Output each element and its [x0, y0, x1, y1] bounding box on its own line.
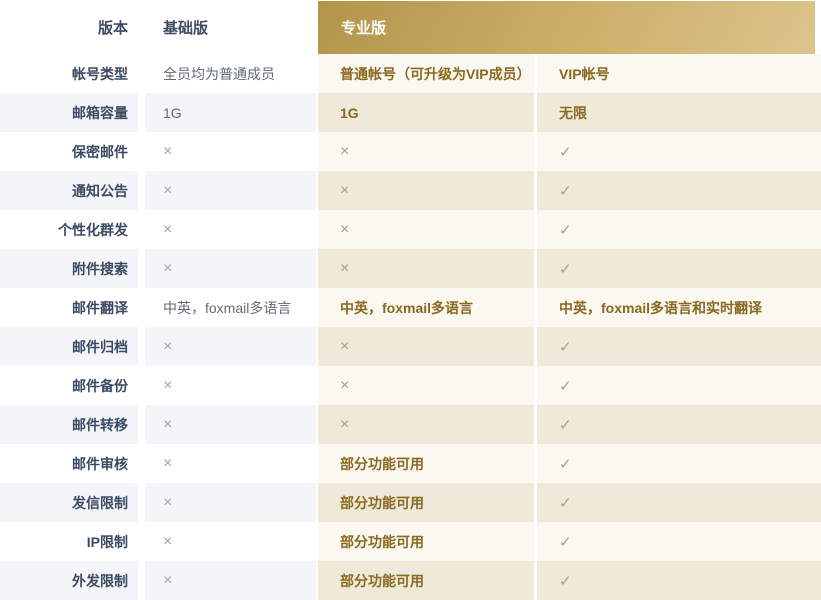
- check-icon: ✓: [537, 405, 821, 444]
- check-icon: ✓: [537, 132, 821, 171]
- feature-label: IP限制: [0, 522, 138, 561]
- table-row: 帐号类型 全员均为普通成员 普通帐号（可升级为VIP成员） VIP帐号: [0, 54, 821, 93]
- cross-icon: ×: [145, 171, 316, 210]
- feature-label: 邮件审核: [0, 444, 138, 483]
- cross-icon: ×: [318, 132, 534, 171]
- table-row: 邮件转移 × × ✓: [0, 405, 821, 444]
- feature-label: 邮件归档: [0, 327, 138, 366]
- column-header-version: 版本: [0, 0, 138, 54]
- cross-icon: ×: [145, 249, 316, 288]
- pro-normal-value: 部分功能可用: [318, 483, 534, 522]
- table-row: 外发限制 × 部分功能可用 ✓: [0, 561, 821, 600]
- check-icon: ✓: [537, 561, 821, 600]
- feature-label: 帐号类型: [0, 54, 138, 93]
- basic-value: 1G: [145, 93, 316, 132]
- cross-icon: ×: [318, 249, 534, 288]
- check-icon: ✓: [537, 210, 821, 249]
- feature-label: 外发限制: [0, 561, 138, 600]
- pro-normal-value: 部分功能可用: [318, 444, 534, 483]
- check-icon: ✓: [537, 249, 821, 288]
- table-row: 通知公告 × × ✓: [0, 171, 821, 210]
- feature-label: 保密邮件: [0, 132, 138, 171]
- feature-label: 邮件备份: [0, 366, 138, 405]
- cross-icon: ×: [145, 366, 316, 405]
- check-icon: ✓: [537, 327, 821, 366]
- pro-normal-value: 普通帐号（可升级为VIP成员）: [318, 54, 534, 93]
- cross-icon: ×: [145, 132, 316, 171]
- column-header-pro-edition: 专业版: [318, 1, 815, 54]
- pro-normal-value: 部分功能可用: [318, 522, 534, 561]
- cross-icon: ×: [318, 405, 534, 444]
- table-row: 个性化群发 × × ✓: [0, 210, 821, 249]
- check-icon: ✓: [537, 483, 821, 522]
- table-row: 发信限制 × 部分功能可用 ✓: [0, 483, 821, 522]
- table-row: 邮件备份 × × ✓: [0, 366, 821, 405]
- pro-vip-value: 无限: [537, 93, 821, 132]
- feature-label: 附件搜索: [0, 249, 138, 288]
- cross-icon: ×: [318, 327, 534, 366]
- table-row: 邮箱容量 1G 1G 无限: [0, 93, 821, 132]
- cross-icon: ×: [145, 327, 316, 366]
- pro-normal-value: 部分功能可用: [318, 561, 534, 600]
- table-row: 保密邮件 × × ✓: [0, 132, 821, 171]
- cross-icon: ×: [145, 405, 316, 444]
- feature-label: 发信限制: [0, 483, 138, 522]
- feature-label: 通知公告: [0, 171, 138, 210]
- feature-label: 邮箱容量: [0, 93, 138, 132]
- check-icon: ✓: [537, 366, 821, 405]
- table-header-row: 版本 基础版 专业版: [0, 0, 821, 54]
- cross-icon: ×: [145, 444, 316, 483]
- basic-value: 全员均为普通成员: [145, 54, 316, 93]
- check-icon: ✓: [537, 444, 821, 483]
- pro-vip-value: 中英，foxmail多语言和实时翻译: [537, 288, 821, 327]
- table-row: IP限制 × 部分功能可用 ✓: [0, 522, 821, 561]
- feature-label: 个性化群发: [0, 210, 138, 249]
- table-row: 邮件审核 × 部分功能可用 ✓: [0, 444, 821, 483]
- basic-value: 中英，foxmail多语言: [145, 288, 316, 327]
- feature-label: 邮件转移: [0, 405, 138, 444]
- cross-icon: ×: [145, 561, 316, 600]
- check-icon: ✓: [537, 522, 821, 561]
- cross-icon: ×: [145, 522, 316, 561]
- feature-label: 邮件翻译: [0, 288, 138, 327]
- pro-normal-value: 1G: [318, 93, 534, 132]
- pro-vip-value: VIP帐号: [537, 54, 821, 93]
- cross-icon: ×: [318, 171, 534, 210]
- table-row: 附件搜索 × × ✓: [0, 249, 821, 288]
- cross-icon: ×: [145, 210, 316, 249]
- column-header-basic-edition: 基础版: [145, 0, 316, 54]
- cross-icon: ×: [318, 210, 534, 249]
- pro-normal-value: 中英，foxmail多语言: [318, 288, 534, 327]
- pricing-comparison-table: 版本 基础版 专业版 帐号类型 全员均为普通成员 普通帐号（可升级为VIP成员）…: [0, 0, 821, 600]
- table-row: 邮件归档 × × ✓: [0, 327, 821, 366]
- cross-icon: ×: [145, 483, 316, 522]
- table-row: 邮件翻译 中英，foxmail多语言 中英，foxmail多语言 中英，foxm…: [0, 288, 821, 327]
- check-icon: ✓: [537, 171, 821, 210]
- cross-icon: ×: [318, 366, 534, 405]
